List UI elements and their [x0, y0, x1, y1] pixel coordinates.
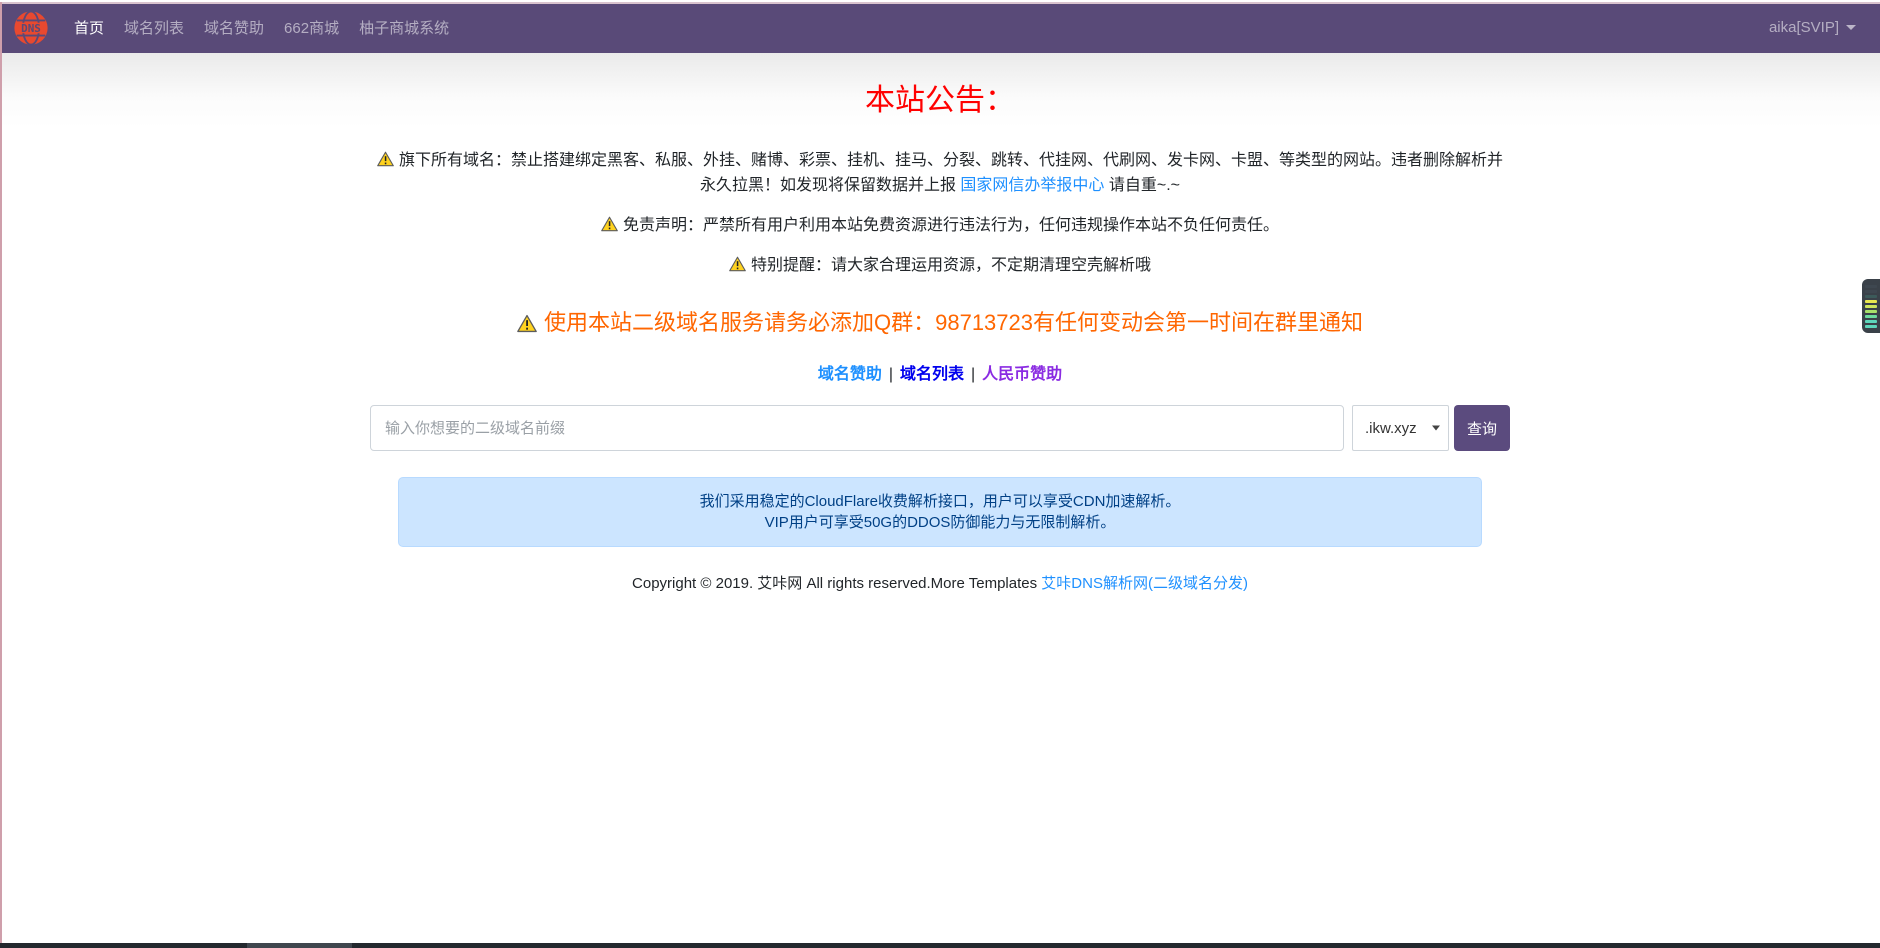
dns-globe-icon: DNS [12, 9, 50, 47]
warning-icon [377, 151, 394, 174]
info-alert-line1: 我们采用稳定的CloudFlare收费解析接口，用户可以享受CDN加速解析。 [414, 491, 1466, 512]
nav-item-home[interactable]: 首页 [64, 17, 114, 38]
qq-group-announcement: 使用本站二级域名服务请务必添加Q群：98713723有任何变动会第一时间在群里通… [0, 305, 1880, 339]
main-content: 本站公告： 旗下所有域名：禁止搭建绑定黑客、私服、外挂、赌博、彩票、挂机、挂马、… [0, 53, 1880, 633]
link-separator: | [889, 366, 893, 383]
quick-link-domain-sponsor[interactable]: 域名赞助 [818, 366, 882, 383]
footer-site-link[interactable]: 艾咔DNS解析网(二级域名分发) [1041, 575, 1248, 592]
nav-item-domain-sponsor[interactable]: 域名赞助 [194, 17, 274, 38]
notice-domains-rule-text: 旗下所有域名：禁止搭建绑定黑客、私服、外挂、赌博、彩票、挂机、挂马、分裂、跳转、… [399, 152, 1503, 194]
chevron-down-icon [1846, 25, 1856, 30]
navbar: DNS 首页 域名列表 域名赞助 662商城 柚子商城系统 aika[SVIP] [0, 2, 1880, 53]
page-title: 本站公告： [0, 75, 1880, 119]
copyright-text: Copyright © 2019. 艾咔网 All rights reserve… [632, 575, 1041, 592]
side-widget[interactable] [1862, 279, 1880, 333]
link-separator: | [971, 366, 975, 383]
warning-icon [517, 313, 537, 339]
notice-disclaimer: 免责声明：严禁所有用户利用本站免费资源进行违法行为，任何违规操作本站不负任何责任… [375, 214, 1505, 239]
domain-search-group: .ikw.xyz 查询 [370, 405, 1510, 451]
qq-group-text: 使用本站二级域名服务请务必添加Q群：98713723有任何变动会第一时间在群里通… [544, 310, 1363, 335]
window-edge-left [0, 2, 2, 948]
warning-icon [601, 216, 618, 239]
notice-reminder: 特别提醒：请大家合理运用资源，不定期清理空壳解析哦 [375, 254, 1505, 279]
footer: Copyright © 2019. 艾咔网 All rights reserve… [0, 572, 1880, 633]
report-center-link[interactable]: 国家网信办举报中心 [960, 177, 1104, 194]
domain-prefix-input[interactable] [370, 405, 1344, 451]
nav-item-domain-list[interactable]: 域名列表 [114, 17, 194, 38]
quick-link-rmb-sponsor[interactable]: 人民币赞助 [982, 366, 1062, 383]
window-edge-top [0, 2, 1880, 4]
info-alert: 我们采用稳定的CloudFlare收费解析接口，用户可以享受CDN加速解析。 V… [398, 477, 1482, 547]
user-dropdown[interactable]: aika[SVIP] [1769, 19, 1856, 36]
quick-links: 域名赞助 | 域名列表 | 人民币赞助 [0, 360, 1880, 384]
notice-domains-rule-tail: 请自重~.~ [1104, 177, 1180, 194]
query-button[interactable]: 查询 [1454, 405, 1510, 451]
nav-menu: 首页 域名列表 域名赞助 662商城 柚子商城系统 [64, 17, 459, 38]
domain-suffix-select[interactable]: .ikw.xyz [1352, 405, 1449, 451]
notice-reminder-text: 特别提醒：请大家合理运用资源，不定期清理空壳解析哦 [751, 257, 1151, 274]
nav-item-662-shop[interactable]: 662商城 [274, 17, 349, 38]
nav-item-youzi-shop-system[interactable]: 柚子商城系统 [349, 17, 459, 38]
notice-domains-rule: 旗下所有域名：禁止搭建绑定黑客、私服、外挂、赌博、彩票、挂机、挂马、分裂、跳转、… [375, 149, 1505, 197]
quick-link-domain-list[interactable]: 域名列表 [900, 366, 964, 383]
notice-disclaimer-text: 免责声明：严禁所有用户利用本站免费资源进行违法行为，任何违规操作本站不负任何责任… [623, 217, 1279, 234]
info-alert-line2: VIP用户可享受50G的DDOS防御能力与无限制解析。 [414, 512, 1466, 533]
warning-icon [729, 256, 746, 279]
svg-text:DNS: DNS [21, 21, 41, 34]
user-name: aika[SVIP] [1769, 19, 1839, 36]
domain-suffix-select-wrap: .ikw.xyz [1352, 405, 1449, 451]
brand-logo[interactable]: DNS [12, 9, 50, 47]
